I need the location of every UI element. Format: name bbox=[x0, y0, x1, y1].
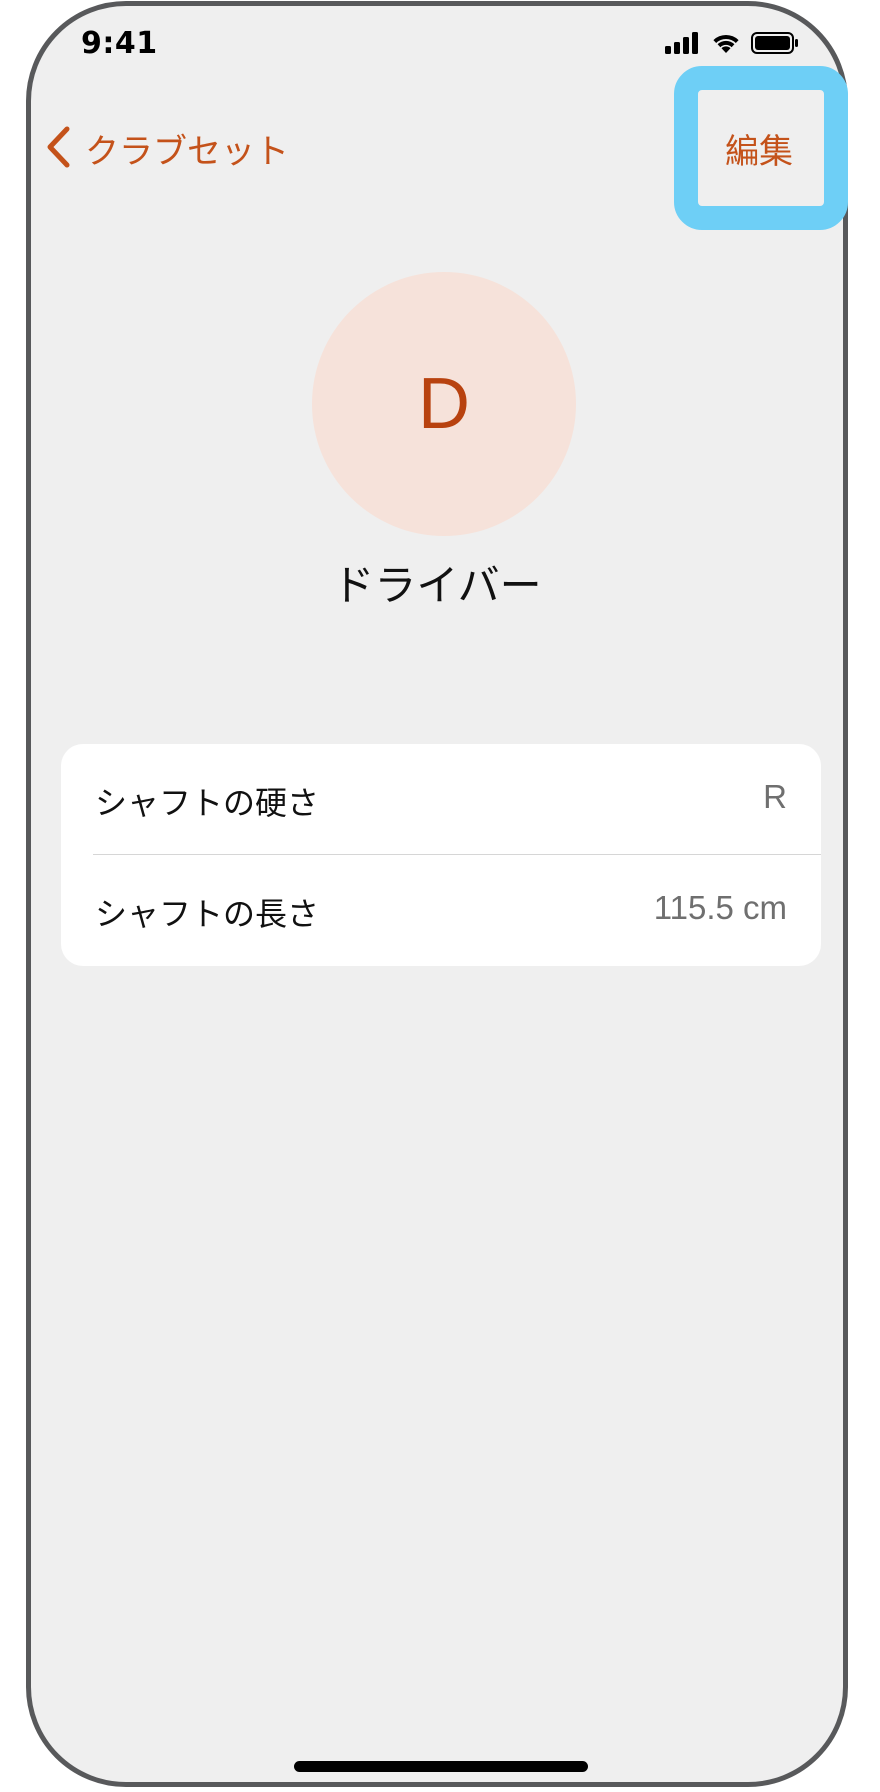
back-button[interactable]: クラブセット bbox=[45, 124, 289, 173]
club-avatar: D bbox=[312, 272, 576, 536]
phone-frame: 9:41 クラブセット D ドライバー シャフトの硬さ R シャフトの長さ 11… bbox=[26, 1, 848, 1787]
row-label: シャフトの長さ bbox=[95, 895, 320, 933]
status-time: 9:41 bbox=[81, 26, 158, 61]
edit-button[interactable]: 編集 bbox=[700, 92, 818, 204]
wifi-icon bbox=[711, 32, 741, 58]
detail-row-shaft-length[interactable]: シャフトの長さ 115.5 cm bbox=[61, 855, 821, 965]
detail-row-shaft-flex[interactable]: シャフトの硬さ R bbox=[61, 744, 821, 855]
battery-icon bbox=[751, 32, 799, 58]
club-name: ドライバー bbox=[332, 561, 542, 610]
chevron-left-icon bbox=[45, 126, 71, 172]
home-indicator[interactable] bbox=[294, 1761, 588, 1772]
back-button-label: クラブセット bbox=[85, 132, 289, 172]
row-label: シャフトの硬さ bbox=[95, 784, 320, 822]
row-value: 115.5 cm bbox=[653, 889, 787, 926]
signal-icon bbox=[665, 32, 701, 58]
status-icons bbox=[665, 32, 799, 58]
club-details-list: シャフトの硬さ R シャフトの長さ 115.5 cm bbox=[61, 744, 821, 966]
row-value: R bbox=[763, 778, 787, 815]
avatar-letter: D bbox=[418, 364, 470, 444]
